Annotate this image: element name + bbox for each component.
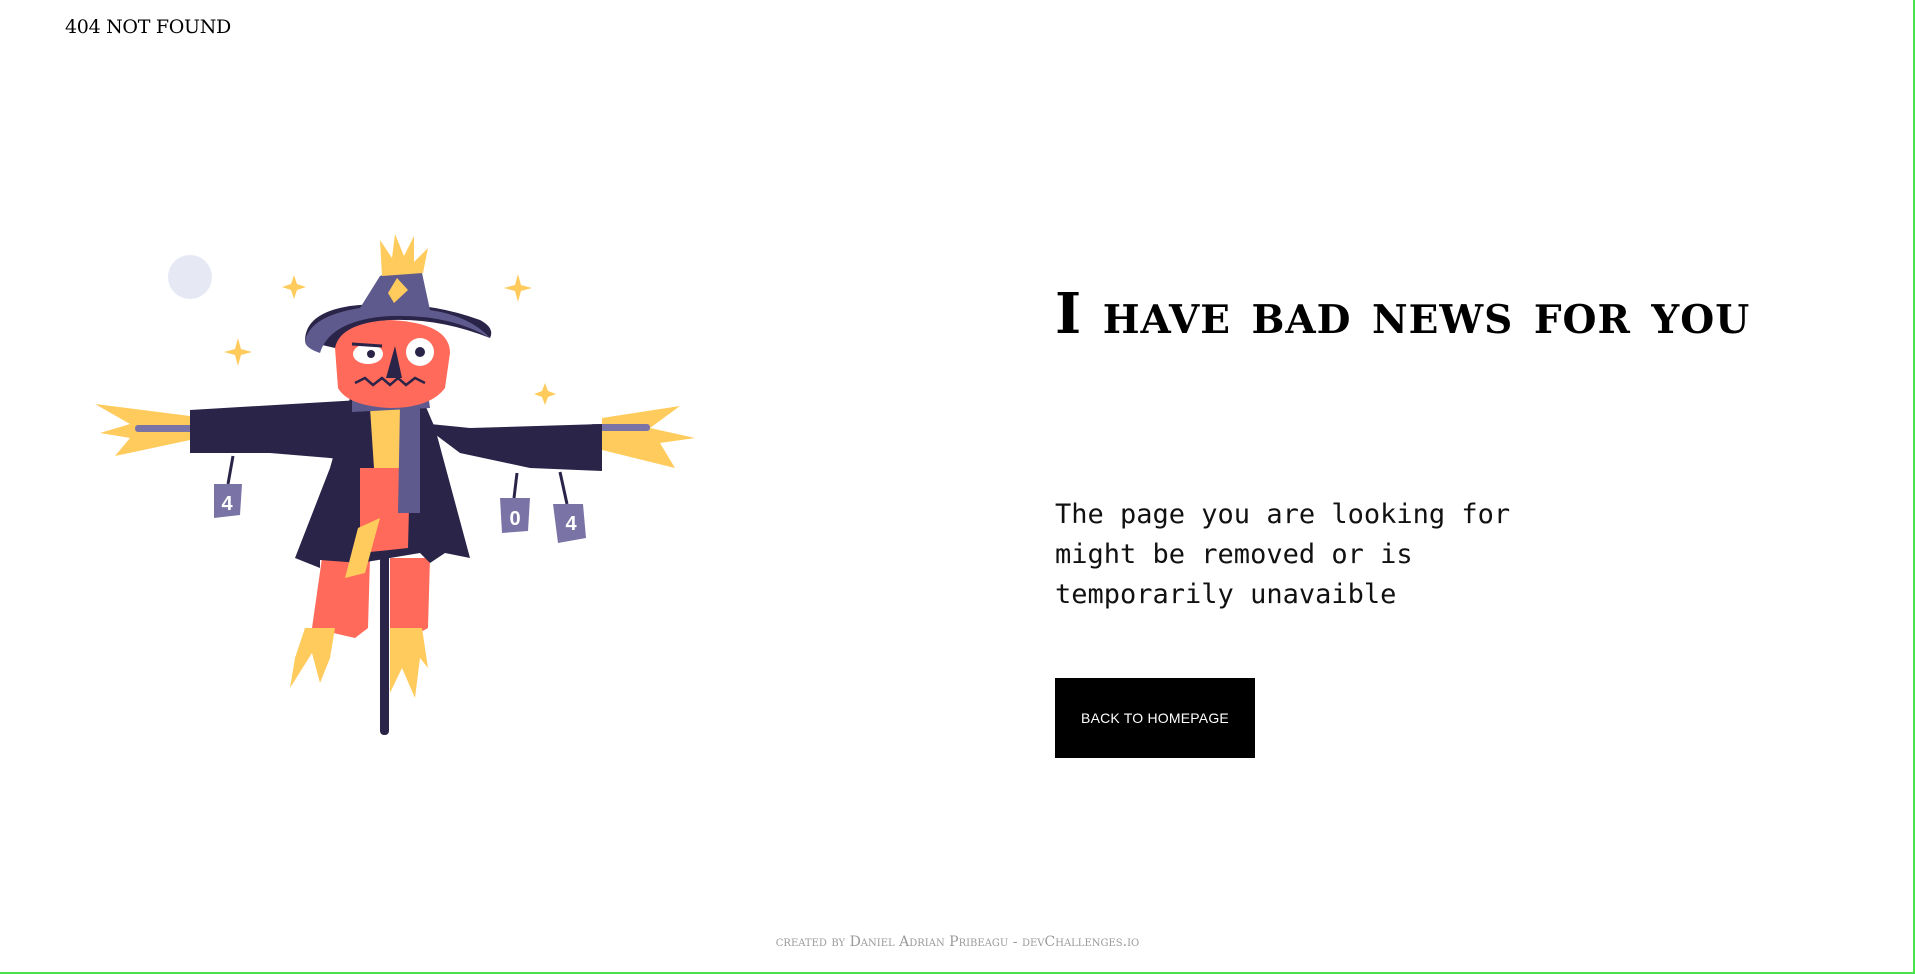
can-label-right: 4 xyxy=(565,513,577,535)
page-subtext: The page you are looking for might be re… xyxy=(1055,499,1511,610)
page-headline: I have bad news for you xyxy=(1055,281,1751,347)
footer-credit: created by Daniel Adrian Pribeagu - devC… xyxy=(775,934,1140,950)
moon-icon xyxy=(168,255,212,299)
scarecrow-illustration: 4 0 4 xyxy=(90,228,710,748)
can-label-left: 4 xyxy=(221,493,233,515)
brand-logo[interactable]: 404 NOT FOUND xyxy=(65,16,231,38)
back-to-homepage-button[interactable]: BACK TO HOMEPAGE xyxy=(1055,678,1255,758)
can-label-middle: 0 xyxy=(509,508,520,530)
